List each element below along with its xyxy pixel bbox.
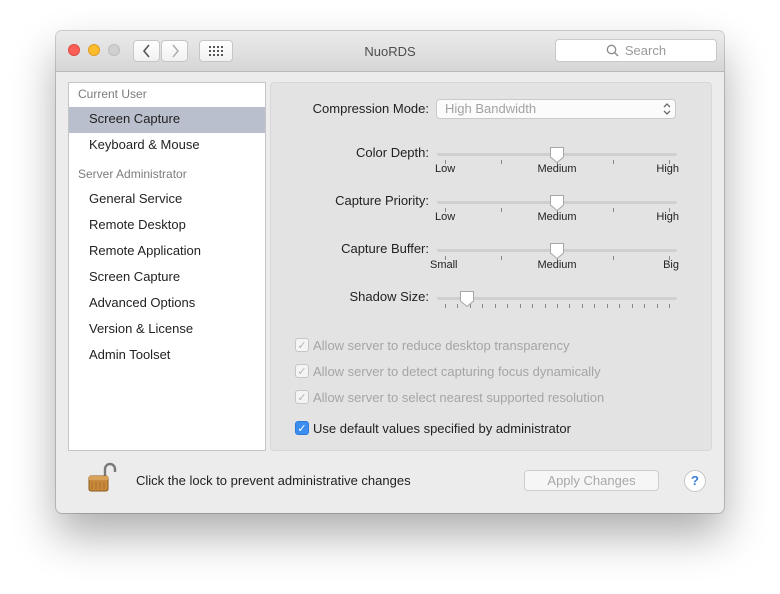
sidebar-item-screen-capture-user[interactable]: Screen Capture	[69, 107, 265, 133]
sidebar-header-server-admin: Server Administrator	[78, 167, 187, 181]
use-defaults-checkbox-row[interactable]: ✓ Use default values specified by admini…	[295, 419, 571, 437]
slider-tick	[613, 160, 614, 164]
capture-priority-label: Capture Priority:	[335, 193, 429, 208]
detect-focus-checkbox-row[interactable]: ✓ Allow server to detect capturing focus…	[295, 362, 601, 380]
search-icon	[606, 44, 619, 57]
search-field[interactable]: Search	[555, 39, 717, 62]
slider-tick	[594, 304, 596, 308]
slider-tick	[445, 160, 446, 164]
sidebar-item-keyboard-mouse[interactable]: Keyboard & Mouse	[69, 133, 265, 159]
slider-tick	[482, 304, 484, 308]
slider-thumb[interactable]	[459, 290, 475, 308]
capture-buffer-label: Capture Buffer:	[341, 241, 429, 256]
search-placeholder: Search	[624, 43, 667, 58]
color-depth-label: Color Depth:	[356, 145, 429, 160]
reduce-transparency-label: Allow server to reduce desktop transpare…	[313, 337, 570, 353]
capture-buffer-slider[interactable]: Small Medium Big	[430, 242, 679, 273]
slider-tick	[557, 304, 558, 308]
reduce-transparency-checkbox[interactable]: ✓	[295, 338, 309, 352]
shadow-size-label: Shadow Size:	[349, 289, 430, 304]
slider-tick	[519, 304, 521, 308]
slider-min-label: Low	[435, 211, 456, 223]
unlocked-padlock-icon[interactable]	[86, 461, 118, 493]
slider-thumb[interactable]	[549, 242, 565, 260]
help-button[interactable]: ?	[684, 470, 706, 492]
slider-tick	[644, 304, 646, 308]
sidebar-item-advanced-options[interactable]: Advanced Options	[69, 291, 265, 317]
slider-tick	[544, 304, 546, 308]
sidebar-item-admin-toolset[interactable]: Admin Toolset	[69, 343, 265, 369]
nearest-resolution-checkbox[interactable]: ✓	[295, 390, 309, 404]
slider-thumb[interactable]	[549, 194, 565, 212]
lock-message: Click the lock to prevent administrative…	[136, 473, 411, 488]
slider-tick	[669, 256, 670, 260]
slider-mid-label: Medium	[537, 211, 577, 223]
slider-tick	[613, 256, 614, 260]
compression-mode-popup[interactable]: High Bandwidth	[436, 99, 676, 119]
color-depth-slider[interactable]: Low Medium High	[435, 146, 679, 177]
capture-priority-slider[interactable]: Low Medium High	[435, 194, 679, 225]
slider-mid-label: Medium	[537, 259, 577, 271]
apply-changes-button[interactable]: Apply Changes	[524, 470, 659, 491]
slider-tick	[532, 304, 534, 308]
preferences-window: NuoRDS Search Current User Screen Captur…	[56, 31, 724, 513]
slider-tick	[669, 160, 670, 164]
slider-tick	[631, 304, 633, 308]
slider-min-label: Low	[435, 163, 456, 175]
settings-panel: Compression Mode: High Bandwidth Color D…	[270, 82, 712, 451]
slider-mid-label: Medium	[537, 163, 577, 175]
slider-tick	[445, 304, 446, 308]
slider-max-label: High	[656, 211, 679, 223]
sidebar-item-screen-capture-admin[interactable]: Screen Capture	[69, 265, 265, 291]
slider-tick	[445, 208, 446, 212]
use-defaults-checkbox[interactable]: ✓	[295, 421, 309, 435]
slider-tick	[507, 304, 509, 308]
sidebar-header-current-user: Current User	[78, 87, 147, 101]
sidebar-item-remote-desktop[interactable]: Remote Desktop	[69, 213, 265, 239]
compression-mode-value: High Bandwidth	[445, 101, 537, 116]
slider-max-label: High	[656, 163, 679, 175]
slider-tick	[613, 208, 614, 212]
slider-tick	[606, 304, 608, 308]
slider-tick	[656, 304, 658, 308]
slider-tick	[669, 304, 670, 308]
slider-thumb[interactable]	[549, 146, 565, 164]
slider-tick	[457, 304, 459, 308]
sidebar-item-remote-application[interactable]: Remote Application	[69, 239, 265, 265]
compression-mode-label: Compression Mode:	[312, 101, 429, 116]
title-bar: NuoRDS Search	[56, 31, 724, 72]
slider-tick	[501, 208, 502, 212]
reduce-transparency-checkbox-row[interactable]: ✓ Allow server to reduce desktop transpa…	[295, 336, 570, 354]
sidebar-item-general-service[interactable]: General Service	[69, 187, 265, 213]
slider-tick	[501, 160, 502, 164]
use-defaults-label: Use default values specified by administ…	[313, 420, 571, 436]
slider-tick	[619, 304, 621, 308]
slider-tick	[581, 304, 583, 308]
nearest-resolution-checkbox-row[interactable]: ✓ Allow server to select nearest support…	[295, 388, 604, 406]
sidebar: Current User Screen Capture Keyboard & M…	[68, 82, 266, 451]
slider-max-label: Big	[663, 259, 679, 271]
slider-tick	[569, 304, 571, 308]
slider-tick	[669, 208, 670, 212]
sidebar-item-version-license[interactable]: Version & License	[69, 317, 265, 343]
up-down-arrows-icon	[663, 103, 671, 115]
slider-tick	[494, 304, 496, 308]
nearest-resolution-label: Allow server to select nearest supported…	[313, 389, 605, 405]
slider-tick	[501, 256, 502, 260]
detect-focus-label: Allow server to detect capturing focus d…	[313, 363, 601, 379]
detect-focus-checkbox[interactable]: ✓	[295, 364, 309, 378]
slider-min-label: Small	[430, 259, 458, 271]
slider-tick	[445, 256, 446, 260]
shadow-size-slider[interactable]	[437, 291, 677, 321]
